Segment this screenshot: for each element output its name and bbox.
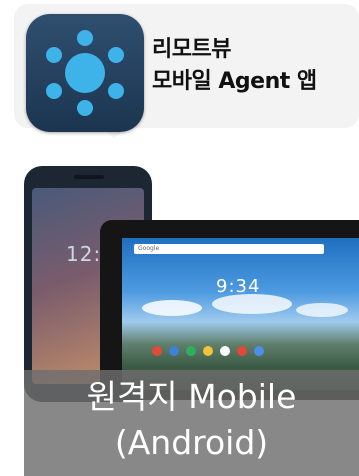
app-icon — [254, 346, 264, 356]
tablet-app-dock — [152, 346, 264, 358]
app-icon — [169, 346, 179, 356]
app-drawer-icon — [220, 346, 230, 356]
app-icon — [152, 346, 162, 356]
app-title: 리모트뷰 모바일 Agent 앱 — [152, 34, 357, 98]
remoteview-logo-icon — [46, 30, 124, 116]
remoteview-agent-app-icon — [26, 14, 144, 132]
app-title-line2: 모바일 Agent 앱 — [152, 69, 317, 94]
tablet-search-bar: Google — [134, 244, 324, 254]
caption-overlay: 원격지 Mobile (Android) — [24, 370, 359, 476]
app-icon — [186, 346, 196, 356]
caption-line2: (Android) — [114, 423, 269, 462]
app-title-line1: 리모트뷰 — [152, 37, 231, 62]
tablet-screen: Google 9:34 — [122, 238, 359, 390]
caption-line1: 원격지 Mobile — [86, 377, 297, 416]
caption-text: 원격지 Mobile (Android) — [24, 374, 359, 466]
app-icon — [203, 346, 213, 356]
phone-speaker — [74, 175, 104, 179]
app-icon — [237, 346, 247, 356]
cloud-icon — [142, 294, 348, 317]
